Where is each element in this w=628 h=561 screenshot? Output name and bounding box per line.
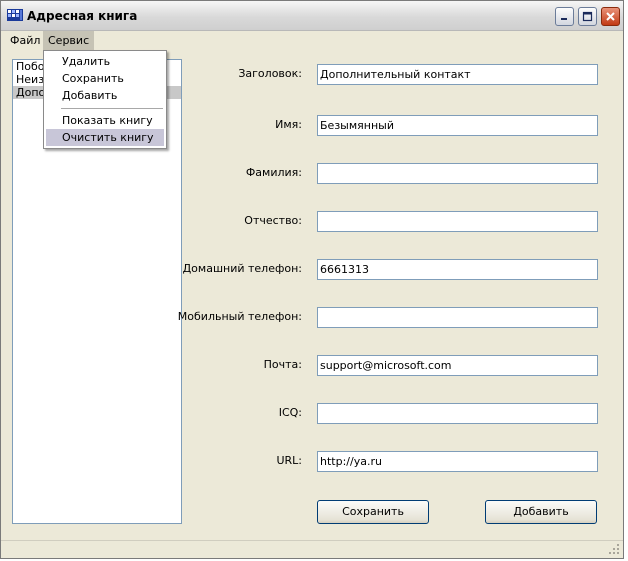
last-name-input[interactable] [317,163,598,184]
menu-bar: Файл Сервис [1,31,623,50]
menu-item-add[interactable]: Добавить [46,87,164,104]
app-window: Адресная книга Файл Сервис Побоч Неизв Д… [0,0,624,559]
first-name-label: Имя: [275,118,302,131]
url-label: URL: [276,454,302,467]
close-button[interactable] [601,7,620,26]
menu-separator [61,108,163,109]
mobile-phone-label: Мобильный телефон: [177,310,302,323]
email-input[interactable]: support@microsoft.com [317,355,598,376]
save-button[interactable]: Сохранить [317,500,429,524]
maximize-icon [582,11,593,22]
home-phone-label: Домашний телефон: [182,262,302,275]
icq-input[interactable] [317,403,598,424]
patronymic-label: Отчество: [244,214,302,227]
title-bar[interactable]: Адресная книга [1,1,623,31]
address-book-icon [7,9,23,21]
add-button[interactable]: Добавить [485,500,597,524]
minimize-button[interactable] [555,7,574,26]
window-title: Адресная книга [27,9,138,23]
menu-file[interactable]: Файл [5,31,45,50]
url-input[interactable]: http://ya.ru [317,451,598,472]
resize-grip-icon[interactable] [609,544,620,555]
menu-item-show-book[interactable]: Показать книгу [46,112,164,129]
icq-label: ICQ: [278,406,302,419]
close-icon [606,12,615,21]
menu-item-clear-book[interactable]: Очистить книгу [46,129,164,146]
title-label: Заголовок: [238,67,302,80]
status-bar [1,540,623,558]
home-phone-input[interactable]: 6661313 [317,259,598,280]
patronymic-input[interactable] [317,211,598,232]
maximize-button[interactable] [578,7,597,26]
service-menu-dropdown: Удалить Сохранить Добавить Показать книг… [43,50,167,149]
email-label: Почта: [263,358,302,371]
title-input[interactable]: Дополнительный контакт [317,64,598,85]
menu-item-delete[interactable]: Удалить [46,53,164,70]
menu-service[interactable]: Сервис [43,31,95,50]
last-name-label: Фамилия: [245,166,302,179]
menu-item-save[interactable]: Сохранить [46,70,164,87]
first-name-input[interactable]: Безымянный [317,115,598,136]
minimize-icon [561,18,567,20]
mobile-phone-input[interactable] [317,307,598,328]
